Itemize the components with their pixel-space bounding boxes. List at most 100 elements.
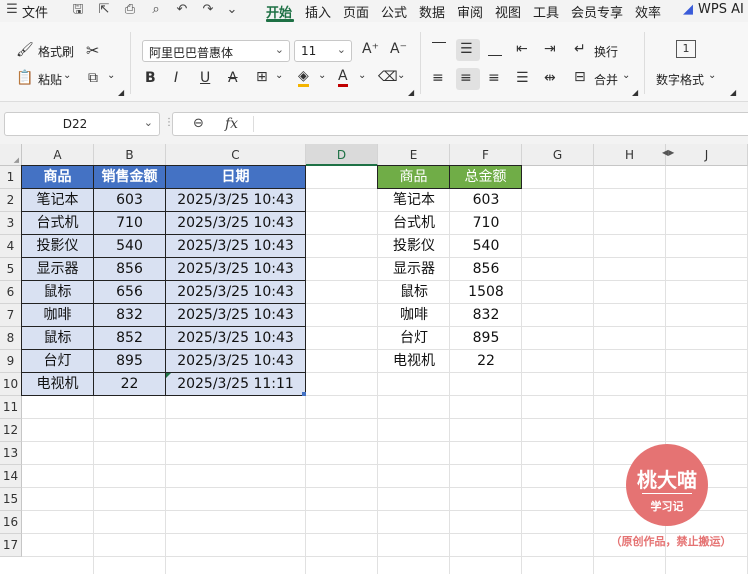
table1-cell[interactable]: 2025/3/25 10:43 <box>165 326 306 350</box>
table1-cell[interactable]: 2025/3/25 10:43 <box>165 234 306 258</box>
row-header-15[interactable]: 15 <box>0 488 22 511</box>
font-increase-icon[interactable]: A⁺ <box>362 41 379 57</box>
table2-header-cell[interactable]: 总金额 <box>449 165 522 189</box>
indent-decrease-icon[interactable]: ⇤ <box>516 41 528 57</box>
dialog-launcher-icon[interactable]: ◢ <box>118 88 124 97</box>
font-color-chevron-icon[interactable]: ⌄ <box>358 70 366 81</box>
table1-cell[interactable]: 2025/3/25 10:43 <box>165 280 306 304</box>
number-format-chevron-icon[interactable]: ⌄ <box>708 70 716 81</box>
row-header-8[interactable]: 8 <box>0 327 22 350</box>
fx-icon[interactable]: fx <box>225 116 238 132</box>
row-header-2[interactable]: 2 <box>0 189 22 212</box>
table1-header-cell[interactable]: 商品 <box>21 165 94 189</box>
row-header-13[interactable]: 13 <box>0 442 22 465</box>
font-decrease-icon[interactable]: A⁻ <box>390 41 407 57</box>
justify-icon[interactable]: ☰ <box>516 70 529 86</box>
table1-cell[interactable]: 2025/3/25 10:43 <box>165 303 306 327</box>
font-name-select[interactable]: 阿里巴巴普惠体 ⌄ <box>142 40 290 62</box>
print-icon[interactable]: ⎙ <box>122 2 138 18</box>
table1-cell[interactable]: 咖啡 <box>21 303 94 327</box>
bold-icon[interactable]: B <box>145 70 156 86</box>
table2-cell[interactable]: 603 <box>450 189 522 212</box>
select-all-corner[interactable]: ◢ <box>0 144 22 166</box>
row-header-7[interactable]: 7 <box>0 304 22 327</box>
table1-cell[interactable]: 856 <box>93 257 166 281</box>
table1-cell[interactable]: 2025/3/25 10:43 <box>165 257 306 281</box>
table2-cell[interactable]: 投影仪 <box>378 235 450 258</box>
table1-cell[interactable]: 603 <box>93 188 166 212</box>
clear-format-icon[interactable]: ⌫ <box>378 69 398 85</box>
chevron-down-icon[interactable]: ⌄ <box>144 116 153 129</box>
row-header-4[interactable]: 4 <box>0 235 22 258</box>
tab-view[interactable]: 视图 <box>495 2 521 21</box>
table1-cell[interactable]: 鼠标 <box>21 326 94 350</box>
table2-cell[interactable]: 台式机 <box>378 212 450 235</box>
dialog-launcher-icon[interactable]: ◢ <box>730 88 736 97</box>
column-resize-icon[interactable]: ◀▶ <box>662 148 674 157</box>
table1-cell[interactable]: 台式机 <box>21 211 94 235</box>
format-painter-icon[interactable]: 🖌 <box>16 42 34 58</box>
row-header-3[interactable]: 3 <box>0 212 22 235</box>
table2-cell[interactable]: 22 <box>450 350 522 373</box>
underline-icon[interactable]: U <box>200 70 210 86</box>
menu-icon[interactable]: ☰ <box>4 2 20 18</box>
table2-cell[interactable]: 显示器 <box>378 258 450 281</box>
table1-cell[interactable]: 投影仪 <box>21 234 94 258</box>
italic-icon[interactable]: I <box>174 70 178 86</box>
table2-cell[interactable]: 电视机 <box>378 350 450 373</box>
table1-cell[interactable]: 832 <box>93 303 166 327</box>
formula-input-box[interactable]: ⊖ fx <box>172 112 748 136</box>
row-header-1[interactable]: 1 <box>0 166 22 189</box>
tab-data[interactable]: 数据 <box>419 2 445 21</box>
table2-cell[interactable]: 鼠标 <box>378 281 450 304</box>
table1-cell[interactable]: 852 <box>93 326 166 350</box>
menu-file[interactable]: 文件 <box>22 2 48 21</box>
indent-increase-icon[interactable]: ⇥ <box>544 41 556 57</box>
save-icon[interactable]: 🖫 <box>70 2 86 18</box>
table1-cell[interactable]: 656 <box>93 280 166 304</box>
copy-chevron-icon[interactable]: ⌄ <box>107 70 115 81</box>
table1-cell[interactable]: 2025/3/25 10:43 <box>165 211 306 235</box>
clear-chevron-icon[interactable]: ⌄ <box>397 70 405 81</box>
export-icon[interactable]: ⇱ <box>96 2 112 18</box>
row-header-5[interactable]: 5 <box>0 258 22 281</box>
font-color-icon[interactable]: A <box>338 68 348 87</box>
row-header-9[interactable]: 9 <box>0 350 22 373</box>
table1-cell[interactable]: 895 <box>93 349 166 373</box>
paste-icon[interactable]: 📋 <box>16 70 33 86</box>
row-header-11[interactable]: 11 <box>0 396 22 419</box>
strikethrough-icon[interactable]: A <box>228 70 238 86</box>
format-painter-label[interactable]: 格式刷 <box>38 43 74 60</box>
font-size-select[interactable]: 11 ⌄ <box>294 40 352 62</box>
align-middle-icon[interactable]: ☰ <box>460 41 473 57</box>
column-header-g[interactable]: G <box>522 144 594 166</box>
table1-cell[interactable]: 22 <box>93 372 166 396</box>
tab-tools[interactable]: 工具 <box>533 2 559 21</box>
column-header-f[interactable]: F <box>450 144 522 166</box>
row-header-16[interactable]: 16 <box>0 511 22 534</box>
column-header-e[interactable]: E <box>378 144 450 166</box>
paste-chevron-icon[interactable]: ⌄ <box>63 70 71 81</box>
row-header-17[interactable]: 17 <box>0 534 22 557</box>
table1-cell[interactable]: 显示器 <box>21 257 94 281</box>
table2-cell[interactable]: 856 <box>450 258 522 281</box>
distributed-icon[interactable]: ⇹ <box>544 70 556 86</box>
table1-cell[interactable]: 鼠标 <box>21 280 94 304</box>
row-header-10[interactable]: 10 <box>0 373 22 396</box>
table2-cell[interactable]: 895 <box>450 327 522 350</box>
tab-member[interactable]: 会员专享 <box>571 2 623 21</box>
copy-icon[interactable]: ⧉ <box>88 70 98 86</box>
tab-review[interactable]: 审阅 <box>457 2 483 21</box>
paste-label[interactable]: 粘贴 <box>38 71 62 88</box>
table1-cell[interactable]: 2025/3/25 10:43 <box>165 188 306 212</box>
table1-cell[interactable]: 710 <box>93 211 166 235</box>
table2-header-cell[interactable]: 商品 <box>377 165 450 189</box>
number-format-label[interactable]: 数字格式 <box>656 71 704 88</box>
merge-chevron-icon[interactable]: ⌄ <box>622 70 630 81</box>
align-left-icon[interactable]: ≡ <box>432 70 444 86</box>
column-header-j[interactable]: J <box>666 144 748 166</box>
row-header-14[interactable]: 14 <box>0 465 22 488</box>
align-center-icon[interactable]: ≡ <box>460 70 472 86</box>
align-bottom-icon[interactable]: ⎽ <box>488 41 502 57</box>
align-top-icon[interactable]: ⎺ <box>432 41 446 57</box>
